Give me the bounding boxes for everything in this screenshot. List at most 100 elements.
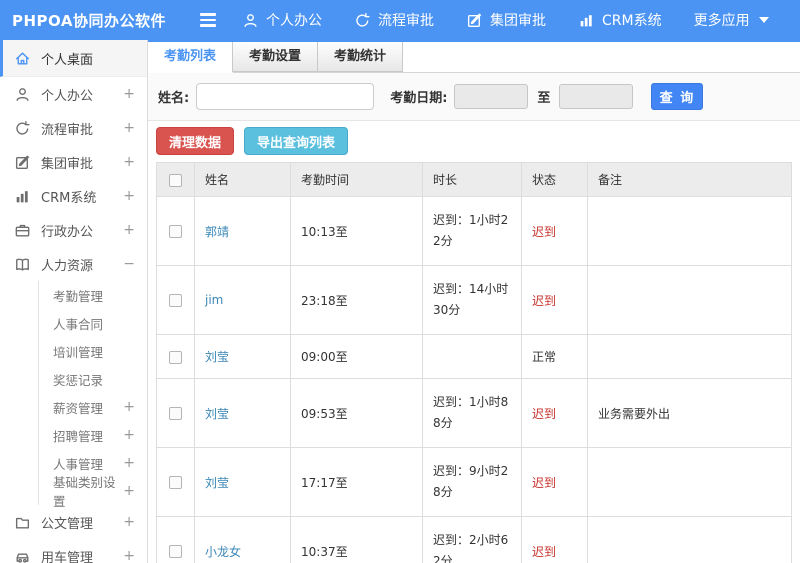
sidebar-subitem-label: 招聘管理: [53, 428, 104, 444]
expand-plus-icon[interactable]: +: [123, 427, 135, 443]
topbar-nav-more-apps[interactable]: 更多应用: [694, 10, 769, 30]
attendance-time-cell: 10:37至: [290, 516, 423, 563]
filter-bar: 姓名: 考勤日期: 至 查 询: [148, 73, 800, 121]
hamburger-menu-icon[interactable]: [200, 13, 216, 27]
topbar-nav-workflow-approval[interactable]: 流程审批: [354, 10, 434, 30]
sidebar-item-label: 人力资源: [41, 258, 94, 274]
sidebar-item-vehicle-mgmt[interactable]: 用车管理 +: [0, 539, 147, 563]
topbar-nav-label: CRM系统: [602, 13, 662, 29]
status-cell: 迟到: [521, 196, 588, 266]
sidebar-subitem-attendance-mgmt[interactable]: 考勤管理: [39, 281, 147, 309]
sidebar-item-label: CRM系统: [41, 190, 97, 206]
user-icon: [14, 86, 32, 103]
sidebar-item-label: 行政办公: [41, 224, 94, 240]
sidebar-item-crm-system[interactable]: CRM系统 +: [0, 179, 147, 213]
sidebar-subitem-label: 人事合同: [53, 316, 104, 332]
app-title: PHPOA协同办公软件: [12, 11, 166, 30]
tab-attendance-stats[interactable]: 考勤统计: [317, 42, 404, 72]
expand-plus-icon[interactable]: +: [123, 548, 135, 563]
book-icon: [14, 256, 32, 273]
status-cell: 正常: [521, 334, 588, 379]
status-cell: 迟到: [521, 447, 588, 517]
sidebar-subitem-rewards-records[interactable]: 奖惩记录: [39, 365, 147, 393]
expand-plus-icon[interactable]: +: [123, 154, 135, 170]
topbar-nav-group-approval[interactable]: 集团审批: [466, 10, 546, 30]
topbar-nav-personal-office[interactable]: 个人办公: [242, 10, 322, 30]
sidebar-item-document-mgmt[interactable]: 公文管理 +: [0, 505, 147, 539]
attendance-time-cell: 10:13至: [290, 196, 423, 266]
employee-name-link[interactable]: 刘莹: [205, 407, 229, 421]
sidebar-item-personal-desktop[interactable]: 个人桌面: [0, 40, 147, 77]
name-filter-label: 姓名:: [158, 91, 190, 106]
topbar: PHPOA协同办公软件 个人办公 流程审批 集团审批 CRM系统 更多应用: [0, 0, 800, 40]
column-header: 状态: [521, 162, 588, 197]
status-badge: 迟到: [532, 544, 557, 559]
clean-data-button[interactable]: 清理数据: [156, 127, 235, 155]
search-button[interactable]: 查 询: [651, 83, 704, 110]
row-checkbox[interactable]: [169, 294, 182, 307]
sidebar-item-admin-office[interactable]: 行政办公 +: [0, 213, 147, 247]
table-row: jim 23:18至 迟到：14小时30分 迟到: [156, 265, 792, 335]
expand-plus-icon[interactable]: +: [123, 188, 135, 204]
sidebar-item-group-approval[interactable]: 集团审批 +: [0, 145, 147, 179]
sidebar-subitem-label: 培训管理: [53, 344, 104, 360]
briefcase-icon: [14, 222, 32, 239]
name-cell: 刘莹: [194, 334, 291, 379]
user-icon: [242, 12, 259, 29]
employee-name-link[interactable]: 小龙女: [205, 545, 241, 559]
row-checkbox[interactable]: [169, 225, 182, 238]
note-cell: [587, 334, 792, 379]
sidebar-subitem-training-mgmt[interactable]: 培训管理: [39, 337, 147, 365]
expand-plus-icon[interactable]: +: [123, 514, 135, 530]
sidebar-item-personal-office[interactable]: 个人办公 +: [0, 77, 147, 111]
expand-plus-icon[interactable]: +: [123, 222, 135, 238]
date-from-input[interactable]: [454, 84, 529, 109]
note-cell: 业务需要外出: [587, 378, 792, 448]
expand-plus-icon[interactable]: +: [123, 86, 135, 102]
row-checkbox[interactable]: [169, 407, 182, 420]
employee-name-link[interactable]: jim: [205, 293, 223, 307]
date-to-label: 至: [537, 91, 551, 106]
sidebar-subitem-recruit-mgmt[interactable]: 招聘管理 +: [39, 421, 147, 449]
expand-plus-icon[interactable]: +: [123, 483, 135, 499]
status-badge: 迟到: [532, 293, 557, 308]
sidebar-item-workflow-approval[interactable]: 流程审批 +: [0, 111, 147, 145]
caret-down-icon: [757, 17, 769, 23]
table-row: 刘莹 09:00至 正常: [156, 334, 792, 379]
sidebar-subitem-hr-contract[interactable]: 人事合同: [39, 309, 147, 337]
topbar-nav-label: 更多应用: [693, 13, 750, 29]
tab-attendance-list[interactable]: 考勤列表: [148, 42, 234, 73]
row-checkbox-cell: [156, 196, 195, 266]
row-checkbox[interactable]: [169, 350, 182, 364]
duration-cell: 迟到：9小时28分: [422, 447, 522, 517]
status-badge: 正常: [532, 350, 557, 364]
sidebar-subitem-base-category-settings[interactable]: 基础类别设置 +: [39, 475, 147, 509]
row-checkbox-cell: [156, 516, 195, 563]
sidebar-subitem-salary-mgmt[interactable]: 薪资管理 +: [39, 393, 147, 421]
edit-icon: [466, 12, 483, 29]
employee-name-link[interactable]: 刘莹: [205, 350, 229, 364]
expand-plus-icon[interactable]: +: [123, 120, 135, 136]
collapse-minus-icon[interactable]: −: [123, 256, 135, 272]
duration-cell: [422, 334, 522, 379]
row-checkbox-cell: [156, 334, 195, 379]
content-panel: 考勤列表 考勤设置 考勤统计 姓名: 考勤日期: 至 查 询 清理数据 导出查询…: [148, 40, 800, 563]
sidebar-item-human-resources[interactable]: 人力资源 −: [0, 247, 147, 281]
topbar-nav-crm-system[interactable]: CRM系统: [578, 10, 662, 30]
employee-name-link[interactable]: 刘莹: [205, 476, 229, 490]
bar-chart-icon: [14, 188, 32, 205]
row-checkbox[interactable]: [169, 545, 182, 558]
date-to-input[interactable]: [559, 84, 634, 109]
sidebar-item-label: 个人办公: [41, 88, 94, 104]
name-filter-input[interactable]: [196, 83, 375, 110]
employee-name-link[interactable]: 郭靖: [205, 225, 229, 239]
select-all-checkbox[interactable]: [169, 173, 182, 187]
attendance-time-cell: 23:18至: [290, 265, 423, 335]
expand-plus-icon[interactable]: +: [123, 399, 135, 415]
sidebar-submenu-human-resources: 考勤管理 人事合同 培训管理 奖惩记录 薪资管理 + 招聘管理 + 人事管理 + 基础类别设置 +: [38, 281, 147, 509]
tab-attendance-settings[interactable]: 考勤设置: [232, 42, 319, 72]
status-cell: 迟到: [521, 378, 588, 448]
export-list-button[interactable]: 导出查询列表: [244, 127, 349, 155]
expand-plus-icon[interactable]: +: [123, 455, 135, 471]
row-checkbox[interactable]: [169, 476, 182, 489]
